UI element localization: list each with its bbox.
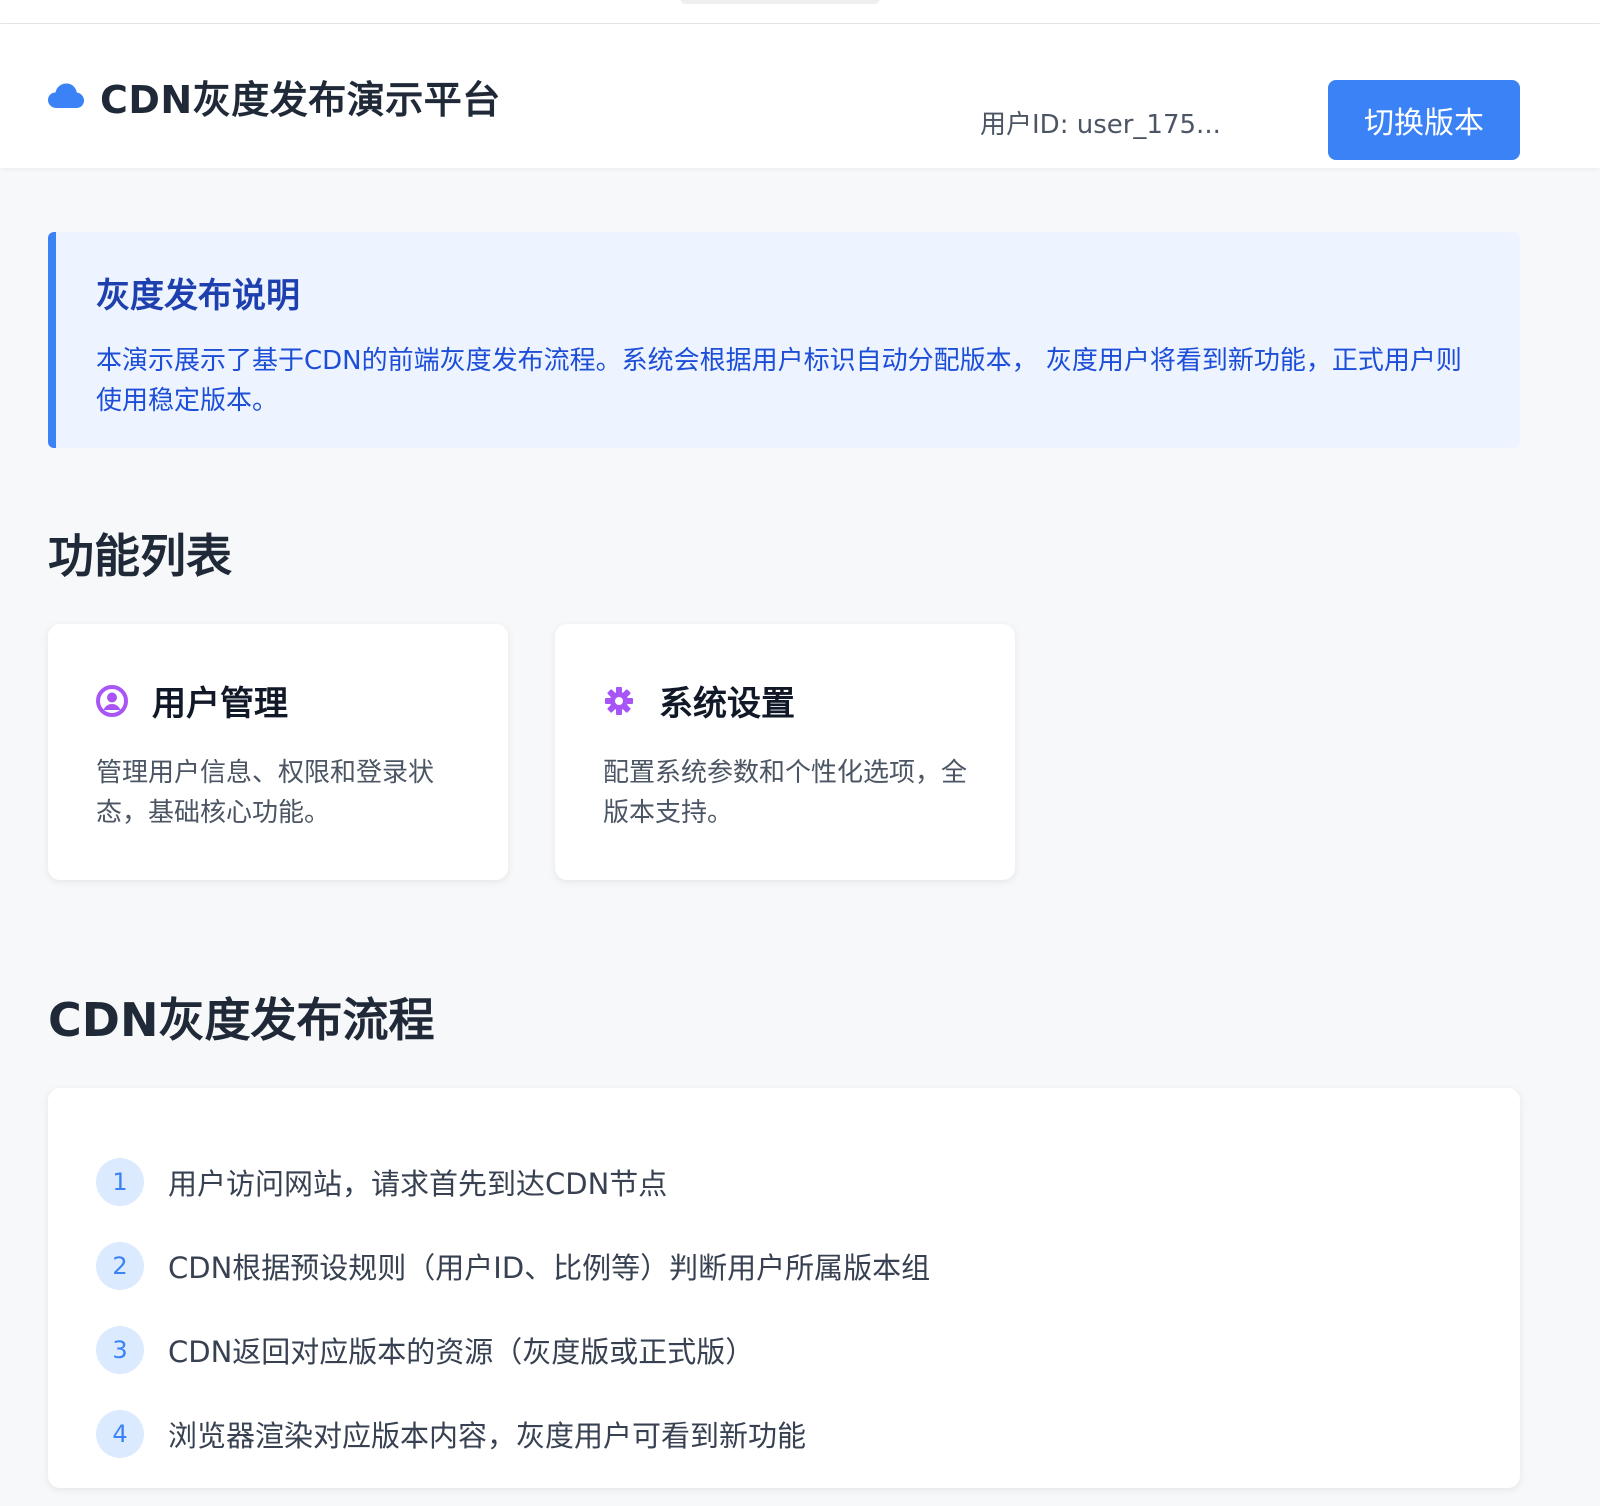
user-id-label: 用户ID: user_175... <box>980 110 1221 140</box>
browser-top-strip <box>0 0 1600 24</box>
feature-card-title: 用户管理 <box>152 684 288 724</box>
top-pill <box>680 0 880 4</box>
feature-card-system-settings[interactable]: 系统设置 配置系统参数和个性化选项，全版本支持。 <box>555 624 1015 880</box>
feature-card-user-management[interactable]: 用户管理 管理用户信息、权限和登录状态，基础核心功能。 <box>48 624 508 880</box>
gear-icon <box>603 685 635 717</box>
notice-text: 本演示展示了基于CDN的前端灰度发布流程。系统会根据用户标识自动分配版本， 灰度… <box>96 346 1462 416</box>
step-number-badge: 2 <box>96 1242 144 1290</box>
flow-step: 4 浏览器渲染对应版本内容，灰度用户可看到新功能 <box>96 1392 1472 1476</box>
step-number-badge: 3 <box>96 1326 144 1374</box>
step-number-badge: 4 <box>96 1410 144 1458</box>
notice-panel: 灰度发布说明 本演示展示了基于CDN的前端灰度发布流程。系统会根据用户标识自动分… <box>48 232 1520 448</box>
switch-version-button[interactable]: 切换版本 <box>1328 80 1520 160</box>
app-header: CDN灰度发布演示平台 用户ID: user_175... 切换版本 <box>0 24 1600 168</box>
flow-step: 3 CDN返回对应版本的资源（灰度版或正式版） <box>96 1308 1472 1392</box>
user-circle-icon <box>96 684 128 717</box>
notice-title: 灰度发布说明 <box>96 276 300 316</box>
feature-card-desc: 管理用户信息、权限和登录状态，基础核心功能。 <box>96 758 435 828</box>
flow-step: 2 CDN根据预设规则（用户ID、比例等）判断用户所属版本组 <box>96 1224 1472 1308</box>
features-section-title: 功能列表 <box>48 529 232 583</box>
step-text: CDN返回对应版本的资源（灰度版或正式版） <box>168 1335 755 1369</box>
feature-card-title: 系统设置 <box>659 684 795 724</box>
cloud-icon <box>48 82 84 110</box>
step-text: 浏览器渲染对应版本内容，灰度用户可看到新功能 <box>168 1419 807 1453</box>
feature-card-desc: 配置系统参数和个性化选项，全版本支持。 <box>603 758 968 828</box>
brand: CDN灰度发布演示平台 <box>48 72 501 122</box>
step-text: 用户访问网站，请求首先到达CDN节点 <box>168 1167 668 1201</box>
step-text: CDN根据预设规则（用户ID、比例等）判断用户所属版本组 <box>168 1251 931 1285</box>
app-title: CDN灰度发布演示平台 <box>100 77 501 122</box>
flow-step: 1 用户访问网站，请求首先到达CDN节点 <box>96 1140 1472 1224</box>
flow-steps-panel: 1 用户访问网站，请求首先到达CDN节点 2 CDN根据预设规则（用户ID、比例… <box>48 1088 1520 1488</box>
step-number-badge: 1 <box>96 1158 144 1206</box>
flow-section-title: CDN灰度发布流程 <box>48 993 435 1047</box>
